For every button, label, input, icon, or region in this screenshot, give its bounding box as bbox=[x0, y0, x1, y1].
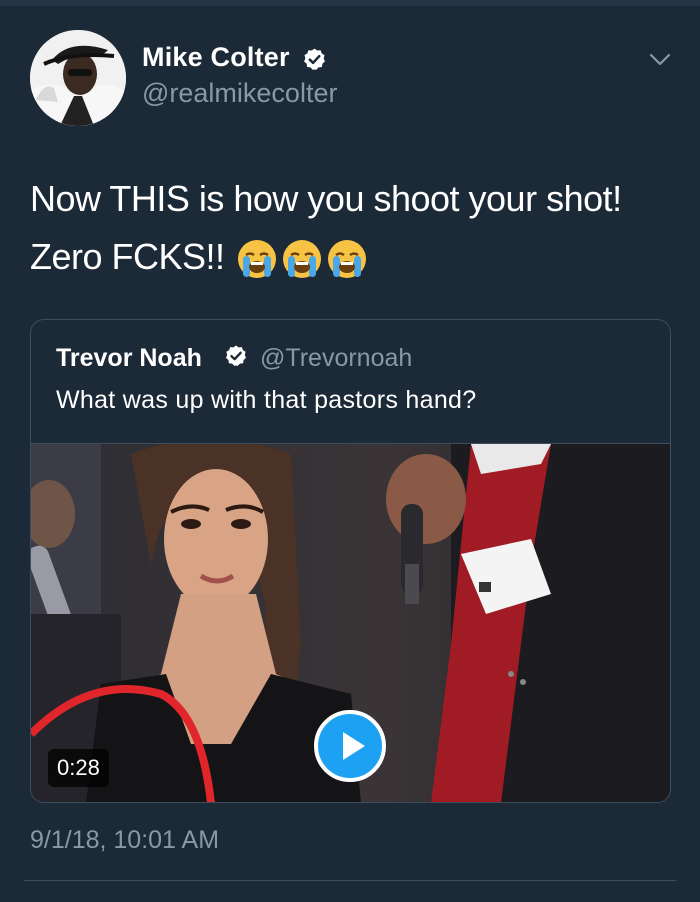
tweet-text-line-2: Zero FCKS!! bbox=[30, 228, 680, 286]
play-icon[interactable] bbox=[314, 710, 386, 782]
verified-badge-icon bbox=[226, 345, 246, 366]
avatar-image bbox=[30, 30, 126, 126]
verified-badge-icon bbox=[304, 48, 325, 70]
tweet-text-line-2-text: Zero FCKS!! bbox=[30, 236, 225, 277]
video-duration-badge: 0:28 bbox=[48, 749, 109, 787]
quoted-tweet-text: What was up with that pastors hand? bbox=[56, 386, 477, 414]
top-strip bbox=[0, 0, 700, 6]
quoted-author-name[interactable]: Trevor Noah bbox=[56, 344, 202, 373]
tweet-text-line-1: Now THIS is how you shoot your shot! bbox=[30, 178, 622, 219]
crying-face-emoji-icon bbox=[235, 237, 279, 281]
crying-face-emoji-icon bbox=[325, 237, 369, 281]
tweet-timestamp[interactable]: 9/1/18, 10:01 AM bbox=[30, 826, 219, 855]
author-handle[interactable]: @realmikecolter bbox=[142, 78, 337, 109]
crying-face-emoji-icon bbox=[280, 237, 324, 281]
divider bbox=[24, 880, 676, 881]
chevron-down-icon[interactable] bbox=[648, 52, 672, 68]
avatar[interactable] bbox=[30, 30, 126, 126]
quoted-author-handle[interactable]: @Trevornoah bbox=[260, 344, 412, 373]
quoted-tweet-card[interactable]: Trevor Noah @Trevornoah What was up with… bbox=[30, 319, 671, 803]
tweet-text: Now THIS is how you shoot your shot! Zer… bbox=[30, 170, 680, 286]
author-name[interactable]: Mike Colter bbox=[142, 42, 290, 73]
video-player[interactable]: 0:28 bbox=[31, 443, 670, 802]
